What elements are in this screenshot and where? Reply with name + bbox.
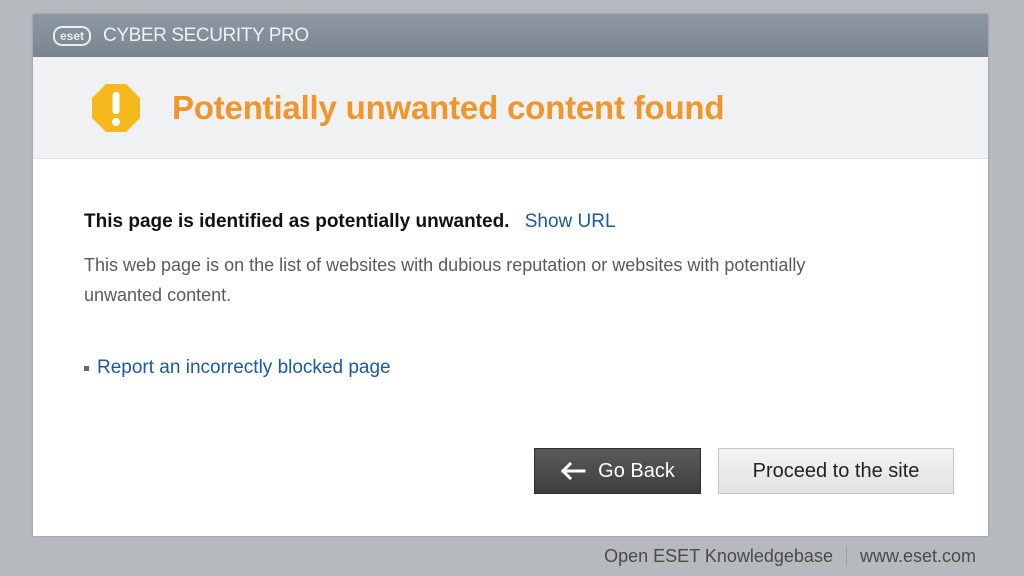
proceed-button[interactable]: Proceed to the site [718,448,954,494]
eset-logo: eset [53,25,92,46]
knowledgebase-link[interactable]: Open ESET Knowledgebase [604,546,833,567]
identified-line: This page is identified as potentially u… [84,211,988,233]
description-text: This web page is on the list of websites… [84,255,806,305]
go-back-button[interactable]: Go Back [534,448,701,494]
message-body: This page is identified as potentially u… [33,159,988,379]
eset-warning-window: eset CYBER SECURITY PRO Potentially unwa… [33,14,988,536]
warning-octagon-icon [92,83,140,132]
report-blocked-page-link[interactable]: Report an incorrectly blocked page [97,357,391,379]
arrow-left-icon [561,462,586,480]
product-name: CYBER SECURITY PRO [103,24,309,46]
footer-divider [845,547,847,565]
warning-banner: Potentially unwanted content found [33,57,988,159]
title-bar: eset CYBER SECURITY PRO [33,14,988,57]
go-back-label: Go Back [598,459,675,482]
page-title: Potentially unwanted content found [172,88,725,126]
proceed-label: Proceed to the site [752,459,920,482]
show-url-link[interactable]: Show URL [525,211,616,232]
identified-text: This page is identified as potentially u… [84,211,510,232]
footer-links: Open ESET Knowledgebase www.eset.com [33,536,988,576]
eset-website-link[interactable]: www.eset.com [860,546,976,567]
screen-background: eset CYBER SECURITY PRO Potentially unwa… [0,0,1024,576]
report-item: Report an incorrectly blocked page [84,357,988,379]
bullet-icon [84,365,89,371]
